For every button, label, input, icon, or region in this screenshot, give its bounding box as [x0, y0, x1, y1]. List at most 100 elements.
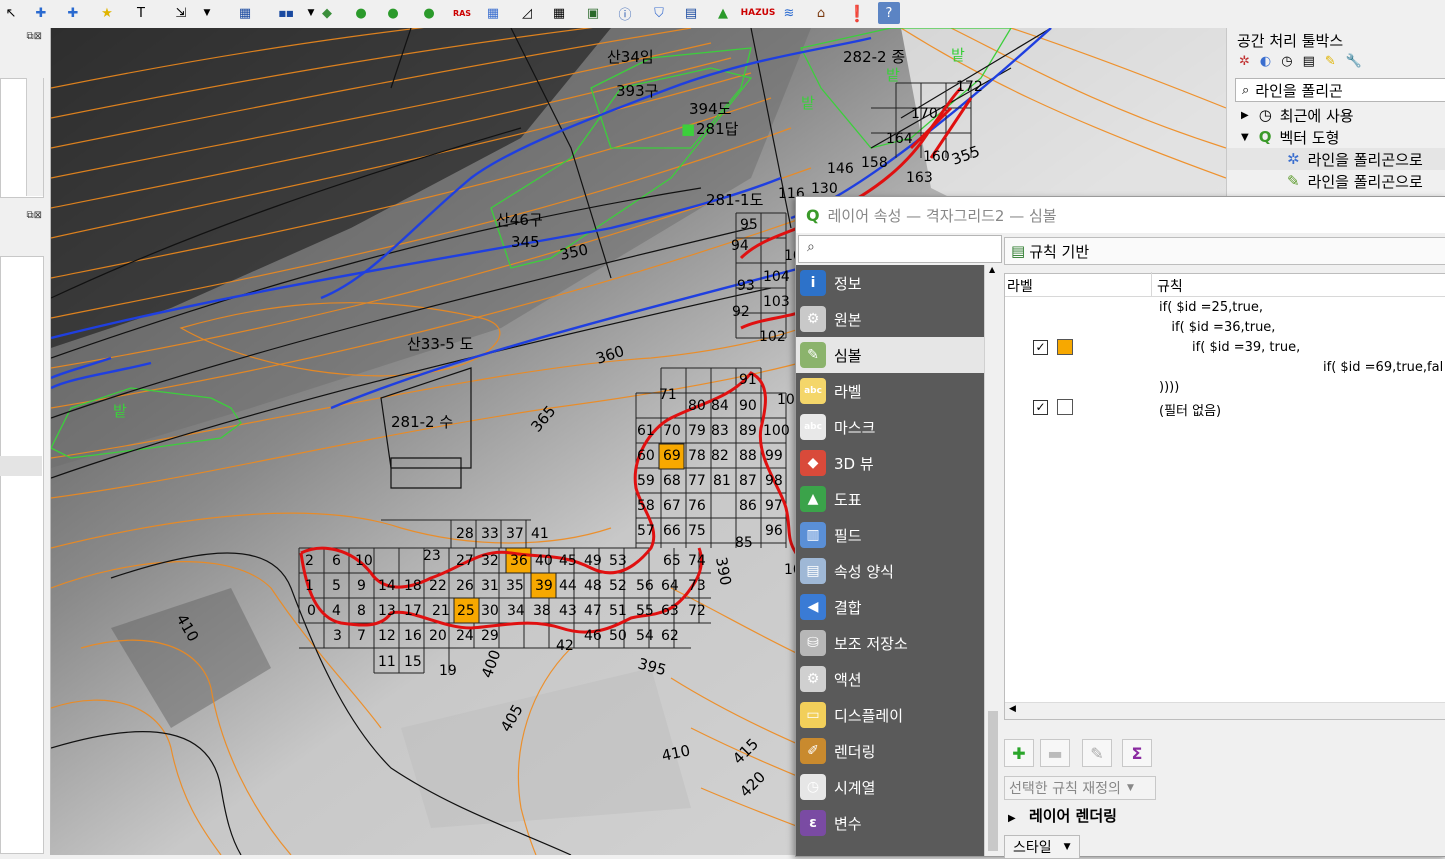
- nav-item-6[interactable]: ▲ 도표: [796, 481, 984, 517]
- nav-item-14[interactable]: ◷ 시계열: [796, 769, 984, 805]
- nav-scrollbar[interactable]: ▲: [984, 265, 1001, 856]
- nav-item-8[interactable]: ▤ 속성 양식: [796, 553, 984, 589]
- panel2-float-close-icon[interactable]: ⧉⊠: [26, 210, 42, 221]
- browser-list[interactable]: [0, 256, 44, 854]
- scroll-up-icon[interactable]: ▲: [989, 265, 995, 274]
- dropdown-arrow-icon[interactable]: ▼: [196, 2, 218, 24]
- edit-rendering-icon[interactable]: ✎: [1325, 54, 1336, 69]
- ras-icon[interactable]: RAS: [450, 2, 474, 24]
- profile-chart-icon[interactable]: ◿: [516, 2, 538, 24]
- qgis-logo-icon: Q: [1258, 128, 1272, 146]
- nav-item-9[interactable]: ◀ 결합: [796, 589, 984, 625]
- expand-arrow-icon[interactable]: ▶: [1241, 110, 1249, 121]
- rules-hscrollbar[interactable]: ◀: [1005, 702, 1445, 719]
- layers-scrollbar[interactable]: [26, 78, 43, 196]
- tree-item-lines-to-polygons-2[interactable]: ✎ 라인을 폴리곤으로: [1287, 170, 1423, 192]
- nav-item-1[interactable]: ⚙ 원본: [796, 301, 984, 337]
- hazus-icon[interactable]: HAZUS: [741, 2, 776, 24]
- dialog-search-input[interactable]: ⌕: [798, 235, 1002, 263]
- house-icon[interactable]: ⌂: [810, 2, 832, 24]
- nav-item-12[interactable]: ▭ 디스플레이: [796, 697, 984, 733]
- zoom-red-icon[interactable]: ●: [382, 2, 404, 24]
- style-button[interactable]: 스타일 ▼: [1004, 835, 1080, 859]
- grid-tool-icon[interactable]: ▦: [234, 2, 256, 24]
- tree-item-recent[interactable]: ▶ ◷ 최근에 사용: [1241, 104, 1354, 126]
- info-circle-icon[interactable]: ⓘ: [614, 2, 636, 24]
- toolbox-search-input[interactable]: ⌕ 라인을 폴리곤: [1235, 78, 1445, 102]
- nav-item-label: 액션: [834, 670, 862, 689]
- report-icon[interactable]: ▤: [680, 2, 702, 24]
- add-star-icon[interactable]: ★: [96, 2, 118, 24]
- toolbox-title: 공간 처리 툴박스: [1237, 32, 1344, 50]
- zoom-plus-icon[interactable]: ●: [418, 2, 440, 24]
- help-icon[interactable]: ?: [878, 2, 900, 24]
- toolbox-icon-bar: ✲ ◐ ◷ ▤ ✎ 🔧: [1239, 54, 1362, 69]
- grid-label-172: 172: [956, 79, 983, 95]
- grid-cell-label: 66: [663, 523, 681, 539]
- edit-rule-button[interactable]: ✎: [1082, 739, 1112, 767]
- alert-icon[interactable]: ❗: [846, 2, 868, 24]
- sigma-summary-button[interactable]: Σ: [1122, 739, 1152, 767]
- grid-cell-label: 86: [739, 498, 757, 514]
- terrain-icon[interactable]: ▲: [712, 2, 734, 24]
- rule-1-color-swatch[interactable]: [1057, 339, 1073, 355]
- tree-item-vector-geometry[interactable]: ▼ Q 벡터 도형: [1241, 126, 1339, 148]
- python-icon[interactable]: ◐: [1260, 54, 1271, 69]
- select-arrow-icon[interactable]: ↖: [0, 2, 22, 24]
- nav-item-7[interactable]: ▥ 필드: [796, 517, 984, 553]
- nav-item-13[interactable]: ✐ 렌더링: [796, 733, 984, 769]
- grid-label-93: 93: [737, 278, 755, 294]
- grid-cell-label: 3: [333, 628, 342, 644]
- scroll-left-icon[interactable]: ◀: [1009, 704, 1016, 714]
- tree-item-lines-to-polygons-1[interactable]: ✲ 라인을 폴리곤으로: [1227, 148, 1445, 170]
- options-wrench-icon[interactable]: 🔧: [1346, 54, 1362, 69]
- rules-table[interactable]: 라벨 규칙 ✓ if( $id =25,true, if( $id =36,tr…: [1004, 272, 1445, 720]
- shield-tool-icon[interactable]: ⛉: [648, 2, 670, 24]
- nav-item-3[interactable]: abc 라벨: [796, 373, 984, 409]
- header-label[interactable]: 라벨: [1007, 276, 1033, 296]
- nav-item-11[interactable]: ⚙ 액션: [796, 661, 984, 697]
- scroll-thumb[interactable]: [988, 711, 998, 851]
- renderer-type-select[interactable]: ▤ 규칙 기반: [1004, 237, 1445, 265]
- toolbox-search-value: 라인을 폴리곤: [1255, 81, 1343, 100]
- results-doc-icon[interactable]: ▤: [1303, 54, 1315, 69]
- nav-item-2[interactable]: ✎ 심볼: [796, 337, 984, 373]
- rule-2-checkbox[interactable]: ✓: [1033, 400, 1048, 415]
- grid-chart-icon[interactable]: ▦: [548, 2, 570, 24]
- remove-rule-button[interactable]: ▬: [1040, 739, 1070, 767]
- models-gear-icon[interactable]: ✲: [1239, 54, 1250, 69]
- history-clock-icon[interactable]: ◷: [1281, 54, 1292, 69]
- rule-1-checkbox[interactable]: ✓: [1033, 340, 1048, 355]
- search-icon: ⌕: [1242, 82, 1250, 98]
- rule-2-color-swatch[interactable]: [1057, 399, 1073, 415]
- zoom-green-icon[interactable]: ●: [350, 2, 372, 24]
- nav-item-5[interactable]: ◆ 3D 뷰: [796, 445, 984, 481]
- text-annotation-icon[interactable]: T: [130, 2, 152, 24]
- grid-cell-label: 60: [637, 448, 655, 464]
- panel-float-close-icon[interactable]: ⧉⊠: [26, 31, 42, 42]
- table-grid-icon[interactable]: ▦: [482, 2, 504, 24]
- grid-label-158: 158: [861, 155, 888, 171]
- nav-item-4[interactable]: abc 마스크: [796, 409, 984, 445]
- model-tool-icon[interactable]: ■■: [270, 2, 302, 24]
- layer-rendering-section[interactable]: ▶ 레이어 렌더링: [1008, 805, 1117, 826]
- collapse-arrow-icon[interactable]: ▼: [1241, 132, 1249, 143]
- wave-icon[interactable]: ≋: [778, 2, 800, 24]
- add-rule-button[interactable]: ✚: [1004, 739, 1034, 767]
- dialog-titlebar[interactable]: Q 레이어 속성 — 격자그리드2 — 심볼: [796, 197, 1445, 233]
- nav-item-15[interactable]: ε 변수: [796, 805, 984, 841]
- header-rule[interactable]: 규칙: [1157, 276, 1183, 296]
- move-feature-icon[interactable]: ⇲: [170, 2, 192, 24]
- add-node-icon[interactable]: ✚: [30, 2, 52, 24]
- nav-item-10[interactable]: ⛁ 보조 저장소: [796, 625, 984, 661]
- expand-arrow-icon[interactable]: ▶: [1008, 813, 1016, 824]
- dem-icon[interactable]: ▣: [582, 2, 604, 24]
- grid-cell-label: 72: [688, 603, 706, 619]
- add-ring-icon[interactable]: ✚: [62, 2, 84, 24]
- cube-tool-icon[interactable]: ◆: [316, 2, 338, 24]
- grid-label-164: 164: [886, 131, 913, 147]
- browser-selected-row[interactable]: [0, 456, 42, 476]
- nav-item-0[interactable]: i 정보: [796, 265, 984, 301]
- refine-rule-dropdown[interactable]: 선택한 규칙 재정의 ▼: [1004, 776, 1156, 800]
- grid-label-92: 92: [732, 304, 750, 320]
